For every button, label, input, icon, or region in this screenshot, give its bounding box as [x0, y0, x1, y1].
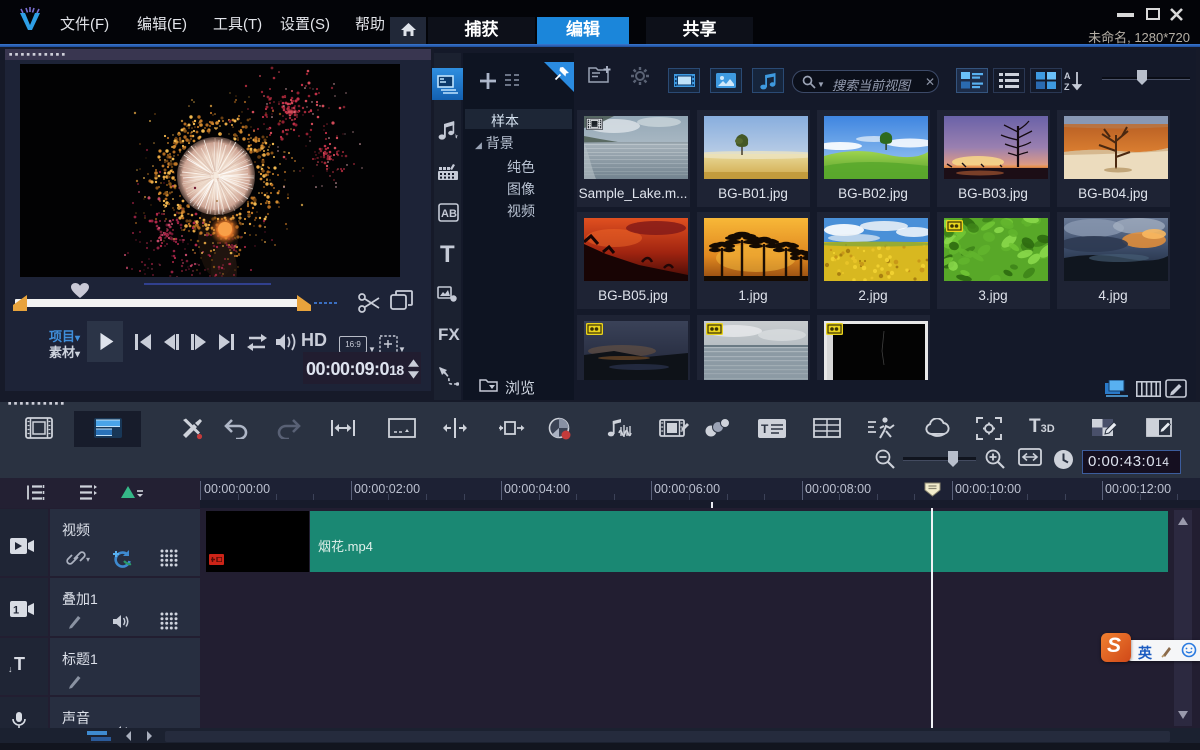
svg-text:A: A: [1064, 71, 1071, 81]
svg-text:1: 1: [13, 605, 19, 617]
svg-text:T: T: [761, 422, 769, 436]
svg-text:AB: AB: [441, 208, 457, 220]
svg-text:Z: Z: [1064, 82, 1070, 92]
